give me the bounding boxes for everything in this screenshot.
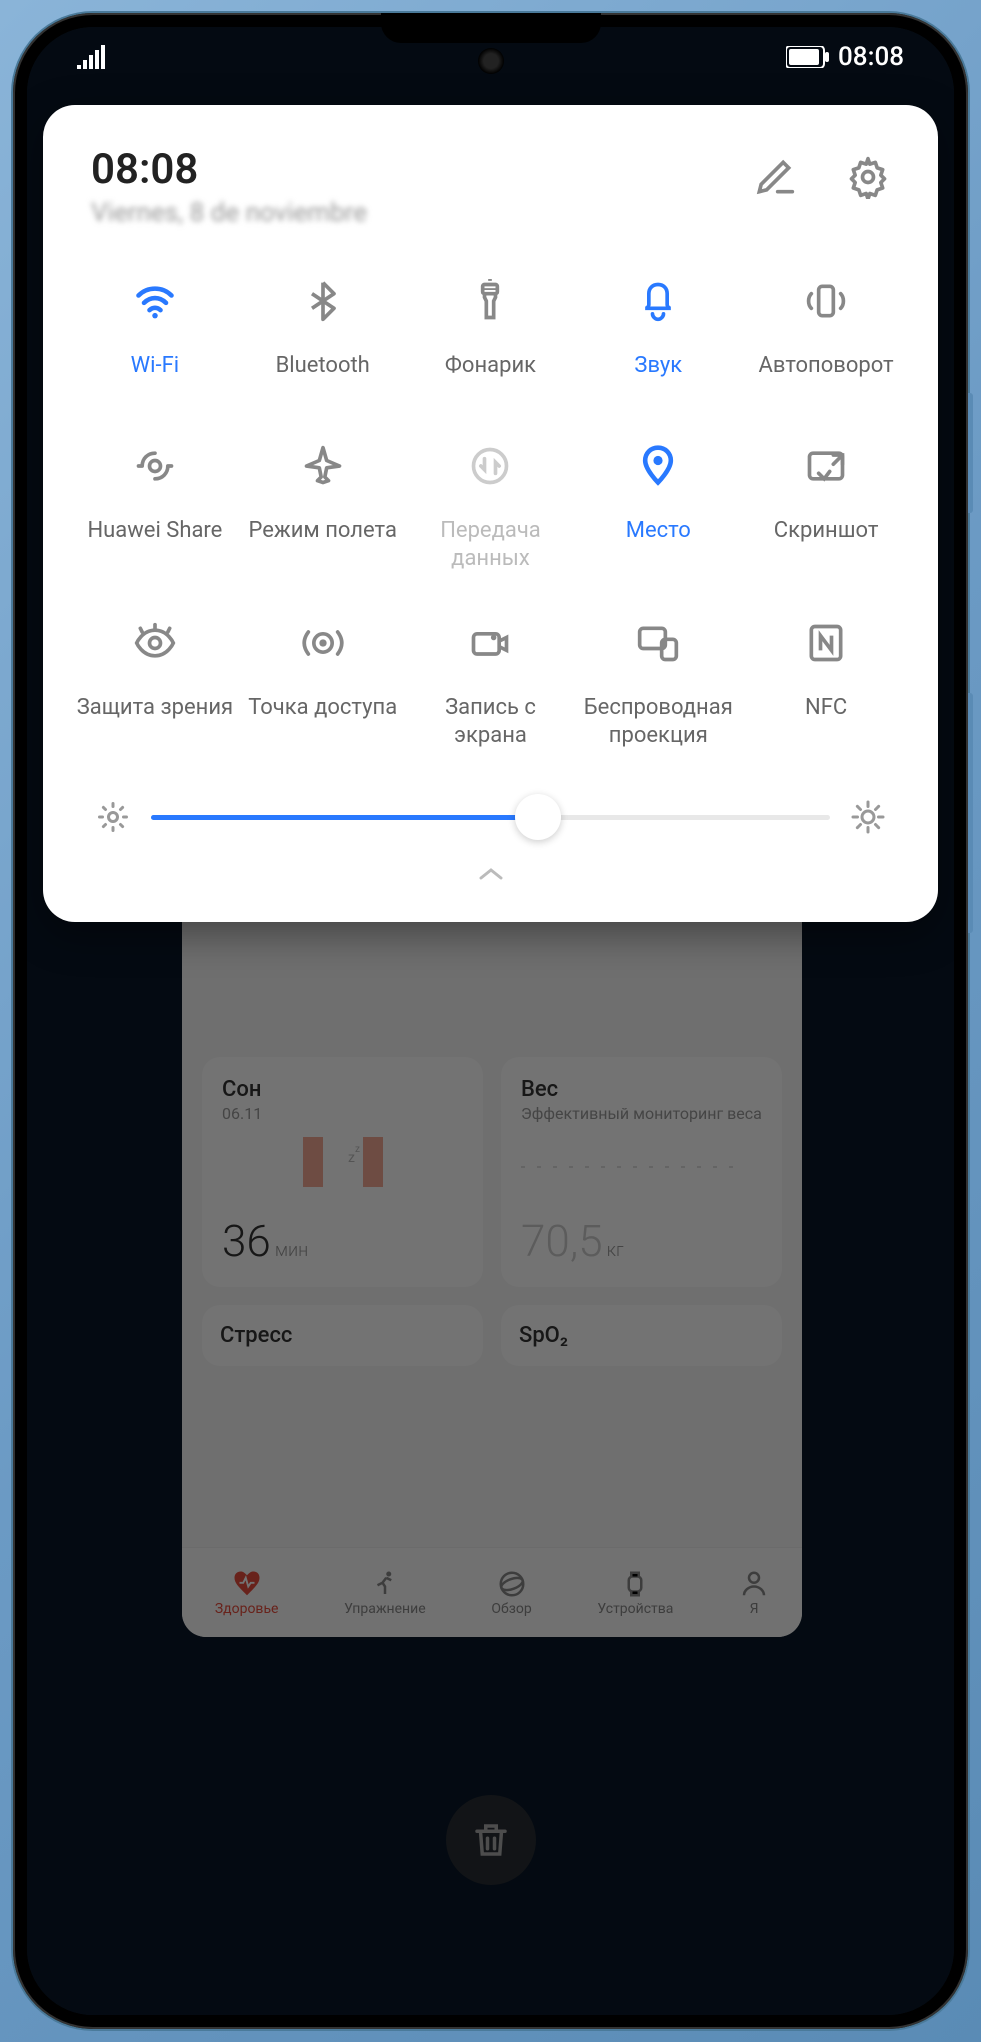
- brightness-row: [71, 767, 910, 847]
- volume-button: [968, 693, 973, 933]
- hotspot-icon: [298, 618, 348, 668]
- share-icon: [130, 441, 180, 491]
- side-button: [968, 393, 973, 513]
- data-icon: [465, 441, 515, 491]
- qs-tile-screenshot[interactable]: Скриншот: [742, 423, 910, 590]
- nfc-icon: [801, 618, 851, 668]
- record-icon: [465, 618, 515, 668]
- qs-tile-sound[interactable]: Звук: [574, 258, 742, 413]
- tile-label: Автоповорот: [746, 352, 906, 380]
- tile-label: Фонарик: [411, 352, 571, 380]
- qs-tile-flashlight[interactable]: Фонарик: [407, 258, 575, 413]
- bluetooth-icon: [298, 276, 348, 326]
- qs-tile-autorotate[interactable]: Автоповорот: [742, 258, 910, 413]
- screen: 08:08 Сон 06.11 zz 36мин Вес Эффективный…: [27, 27, 954, 2015]
- edit-icon[interactable]: [752, 155, 796, 199]
- qs-tile-location[interactable]: Место: [574, 423, 742, 590]
- tile-label: Защита зрения: [75, 694, 235, 722]
- airplane-icon: [298, 441, 348, 491]
- qs-tile-wifi[interactable]: Wi-Fi: [71, 258, 239, 413]
- tile-label: Huawei Share: [75, 517, 235, 545]
- device-frame: 08:08 Сон 06.11 zz 36мин Вес Эффективный…: [13, 13, 968, 2029]
- tile-label: Место: [578, 517, 738, 545]
- panel-date: Viernes, 8 de noviembre: [91, 198, 367, 228]
- location-icon: [633, 441, 683, 491]
- tile-label: Точка доступа: [243, 694, 403, 722]
- qs-tile-hotspot[interactable]: Точка доступа: [239, 600, 407, 767]
- battery-icon: [786, 46, 830, 68]
- qs-tile-data[interactable]: Передача данных: [407, 423, 575, 590]
- front-camera: [478, 48, 504, 74]
- tile-label: Передача данных: [411, 517, 571, 572]
- eye-icon: [130, 618, 180, 668]
- qs-tile-cast[interactable]: Беспроводная проекция: [574, 600, 742, 767]
- quick-settings-grid: Wi-Fi Bluetooth ФонарикЗвук Автоповорот Huaw…: [71, 258, 910, 767]
- status-time: 08:08: [838, 42, 904, 72]
- autorotate-icon: [801, 276, 851, 326]
- flashlight-icon: [465, 276, 515, 326]
- quick-settings-panel: 08:08 Viernes, 8 de noviembre Wi-Fi Bluet…: [43, 105, 938, 922]
- tile-label: Режим полета: [243, 517, 403, 545]
- tile-label: Скриншот: [746, 517, 906, 545]
- settings-icon[interactable]: [846, 155, 890, 199]
- brightness-high-icon: [850, 799, 886, 835]
- tile-label: Беспроводная проекция: [578, 694, 738, 749]
- brightness-slider[interactable]: [151, 797, 830, 837]
- collapse-chevron-icon[interactable]: [71, 847, 910, 902]
- qs-tile-record[interactable]: Запись с экрана: [407, 600, 575, 767]
- qs-tile-eye[interactable]: Защита зрения: [71, 600, 239, 767]
- tile-label: Запись с экрана: [411, 694, 571, 749]
- qs-tile-bluetooth[interactable]: Bluetooth: [239, 258, 407, 413]
- sound-icon: [633, 276, 683, 326]
- panel-time: 08:08: [91, 145, 367, 194]
- qs-tile-nfc[interactable]: NFC: [742, 600, 910, 767]
- cast-icon: [633, 618, 683, 668]
- tile-label: NFC: [746, 694, 906, 722]
- tile-label: Bluetooth: [243, 352, 403, 380]
- screenshot-icon: [801, 441, 851, 491]
- wifi-icon: [130, 276, 180, 326]
- qs-tile-share[interactable]: Huawei Share: [71, 423, 239, 590]
- signal-icon: [77, 45, 107, 69]
- tile-label: Wi-Fi: [75, 352, 235, 380]
- qs-tile-airplane[interactable]: Режим полета: [239, 423, 407, 590]
- brightness-low-icon: [95, 799, 131, 835]
- tile-label: Звук: [578, 352, 738, 380]
